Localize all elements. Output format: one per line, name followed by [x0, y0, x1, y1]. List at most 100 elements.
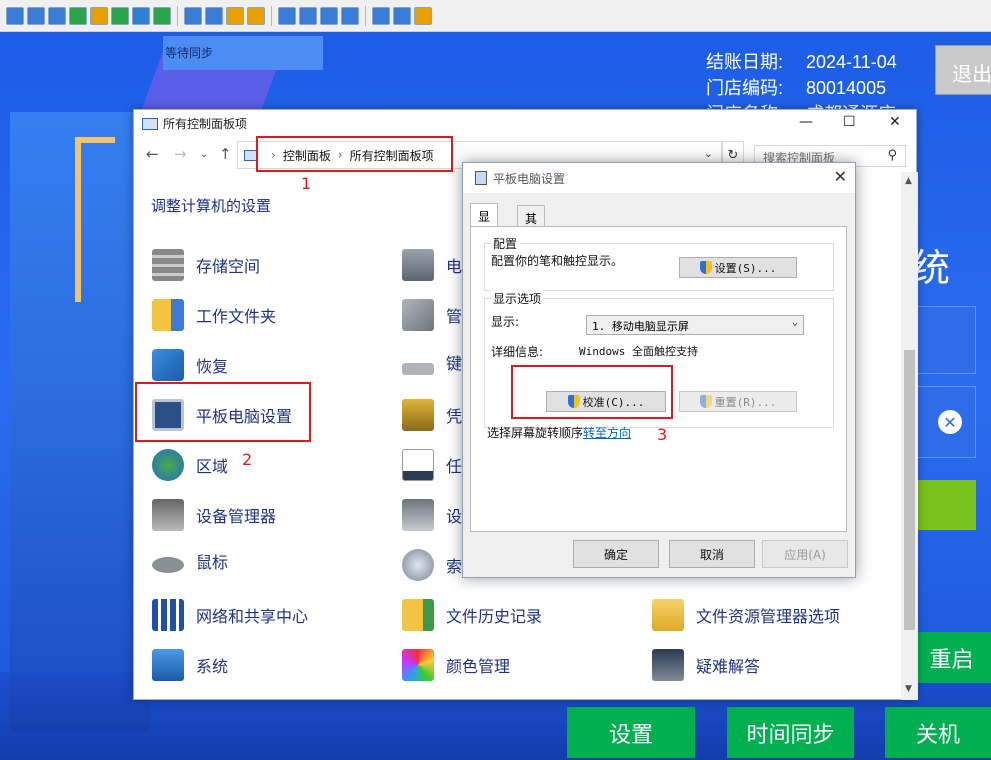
work-folder-icon [152, 299, 184, 331]
scroll-down-icon[interactable]: ▼ [905, 684, 912, 694]
vertical-scrollbar[interactable]: ▲ ▼ [901, 172, 918, 700]
monitor-icon[interactable] [27, 6, 45, 25]
setup-button[interactable]: 设置(S)... [679, 257, 797, 278]
window-title: 所有控制面板项 [163, 117, 248, 131]
cp-item-storage[interactable]: 存储空间 [152, 249, 260, 281]
cp-item-region[interactable]: 区域 [152, 449, 228, 481]
lock-icon[interactable] [226, 6, 244, 25]
cp-item-keyboard[interactable]: 键 [402, 349, 462, 375]
display-select[interactable]: 1. 移动电脑显示屏 ⌄ [586, 315, 804, 335]
admin-tools-icon [402, 299, 434, 331]
phone-icon[interactable] [132, 6, 150, 25]
phone-modem-icon [402, 249, 434, 281]
copy-icon[interactable] [372, 6, 390, 25]
street-lamp-decoration [75, 142, 81, 302]
scroll-thumb[interactable] [904, 350, 915, 630]
details-label: 详细信息: [491, 345, 544, 359]
cp-item-explorer-options[interactable]: 文件资源管理器选项 [652, 599, 840, 631]
tools-icon[interactable] [393, 6, 411, 25]
cp-item-credentials[interactable]: 凭 [402, 399, 462, 431]
scroll-up-icon[interactable]: ▲ [905, 176, 912, 186]
transfer-icon[interactable] [69, 6, 87, 25]
cp-item-system[interactable]: 系统 [152, 649, 228, 681]
recovery-icon [152, 349, 184, 381]
screen-icon[interactable] [6, 6, 24, 25]
annotation-label-3: 3 [657, 425, 668, 444]
annotation-box-1 [256, 136, 453, 172]
minimize-icon[interactable]: — [799, 114, 813, 130]
annotation-box-3 [511, 365, 673, 419]
apply-button[interactable]: 应用(A) [762, 540, 848, 568]
cp-item-admin-tools[interactable]: 管 [402, 299, 462, 331]
store-code-row: 门店编码: 80014005 [706, 78, 887, 98]
recent-chevron-icon[interactable]: ⌄ [200, 149, 208, 160]
storage-icon [152, 249, 184, 281]
config-group-title: 配置 [491, 235, 520, 252]
maximize-icon[interactable]: ☐ [843, 114, 856, 130]
input-box-1[interactable] [910, 306, 976, 374]
cp-item-troubleshoot[interactable]: 疑难解答 [652, 649, 760, 681]
cancel-button[interactable]: 取消 [669, 540, 755, 568]
network-icon[interactable] [205, 6, 223, 25]
annotation-box-2 [135, 382, 311, 442]
restart-button[interactable]: 重启 [912, 632, 991, 683]
cp-item-taskbar[interactable]: 任 [402, 449, 462, 481]
network-center-icon [152, 599, 184, 631]
fit-icon[interactable] [341, 6, 359, 25]
taskbar-icon [402, 449, 434, 481]
close-session-icon[interactable] [414, 6, 432, 25]
annotation-label-2: 2 [242, 450, 253, 469]
troubleshoot-icon [652, 649, 684, 681]
unlock-icon[interactable] [247, 6, 265, 25]
file-history-icon [402, 599, 434, 631]
back-arrow-icon[interactable]: ← [146, 145, 159, 163]
annotation-label-1: 1 [301, 174, 312, 193]
search-icon: ⚲ [887, 148, 897, 163]
confirm-button[interactable] [910, 480, 976, 530]
close-icon[interactable]: ✕ [889, 114, 901, 130]
keyboard-icon [402, 363, 434, 375]
config-description: 配置你的笔和触控显示。 [491, 254, 624, 268]
sync-status-banner: 等待同步 [163, 36, 323, 70]
upload-icon[interactable] [184, 6, 202, 25]
square-icon[interactable] [320, 6, 338, 25]
cp-item-devices-printers[interactable]: 设 [402, 499, 462, 531]
cp-item-indexing[interactable]: 索 [402, 549, 462, 581]
power-icon[interactable] [90, 6, 108, 25]
window-icon[interactable] [278, 6, 296, 25]
address-dropdown-icon[interactable]: ⌄ [704, 147, 713, 160]
system-icon [152, 649, 184, 681]
lamp-arm-decoration [75, 137, 115, 143]
dialog-close-icon[interactable]: ✕ [834, 167, 847, 186]
clear-icon[interactable]: ✕ [938, 410, 962, 434]
message-icon[interactable] [153, 6, 171, 25]
fullscreen-icon[interactable] [299, 6, 317, 25]
dialog-title: 平板电脑设置 [493, 171, 566, 186]
tablet-small-icon [475, 171, 487, 185]
chat-icon[interactable] [111, 6, 129, 25]
cp-item-network-center[interactable]: 网络和共享中心 [152, 599, 308, 631]
forward-arrow-icon[interactable]: → [174, 145, 187, 163]
remote-toolbar [0, 0, 991, 32]
up-arrow-icon[interactable]: ↑ [219, 145, 232, 163]
tab-display[interactable]: 显示 [470, 203, 499, 241]
shutdown-button[interactable]: 关机 [885, 707, 991, 758]
ok-button[interactable]: 确定 [573, 540, 659, 568]
color-management-icon [402, 649, 434, 681]
time-sync-button[interactable]: 时间同步 [727, 707, 854, 758]
go-to-orientation-link[interactable]: 转至方向 [583, 426, 631, 440]
tab-other[interactable]: 其他 [517, 205, 546, 243]
cp-item-color-management[interactable]: 颜色管理 [402, 649, 510, 681]
cp-item-mouse[interactable]: 鼠标 [152, 549, 228, 573]
cp-item-work-folders[interactable]: 工作文件夹 [152, 299, 276, 331]
reset-button[interactable]: 重置(R)... [679, 391, 797, 412]
details-value: Windows 全面触控支持 [579, 345, 698, 358]
cp-item-recovery[interactable]: 恢复 [152, 349, 228, 381]
rotation-line: 选择屏幕旋转顺序转至方向 [487, 426, 632, 440]
cp-item-device-manager[interactable]: 设备管理器 [152, 499, 276, 531]
settings-button[interactable]: 设置 [567, 707, 695, 758]
logout-button[interactable]: 退出 [935, 45, 991, 95]
cp-item-phone-modem[interactable]: 电 [402, 249, 462, 281]
cp-item-file-history[interactable]: 文件历史记录 [402, 599, 542, 631]
terminal-icon[interactable] [48, 6, 66, 25]
